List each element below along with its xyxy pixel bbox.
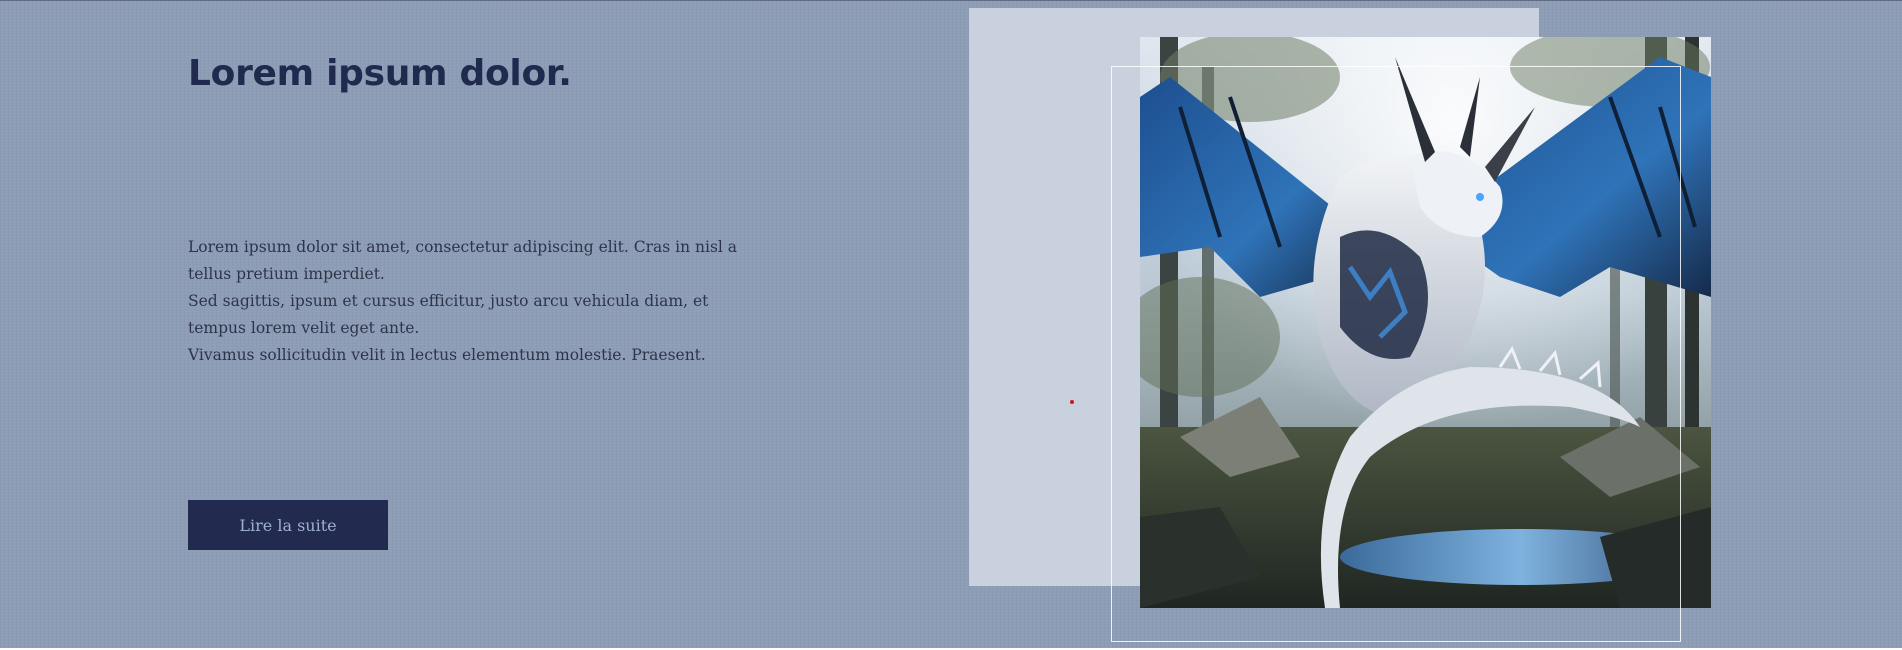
hero-text-column: Lorem ipsum dolor. Lorem ipsum dolor sit…	[188, 1, 768, 648]
hero-description: Lorem ipsum dolor sit amet, consectetur …	[188, 234, 768, 369]
hero-title: Lorem ipsum dolor.	[188, 53, 572, 94]
hero-paragraph: Sed sagittis, ipsum et cursus efficitur,…	[188, 292, 709, 337]
hero-paragraph: Lorem ipsum dolor sit amet, consectetur …	[188, 238, 738, 283]
read-more-button[interactable]: Lire la suite	[188, 500, 388, 550]
hero-section: Lorem ipsum dolor. Lorem ipsum dolor sit…	[0, 0, 1902, 648]
red-marker-dot	[1070, 400, 1074, 404]
dragon-illustration	[1140, 37, 1711, 608]
hero-paragraph: Vivamus sollicitudin velit in lectus ele…	[188, 346, 706, 364]
